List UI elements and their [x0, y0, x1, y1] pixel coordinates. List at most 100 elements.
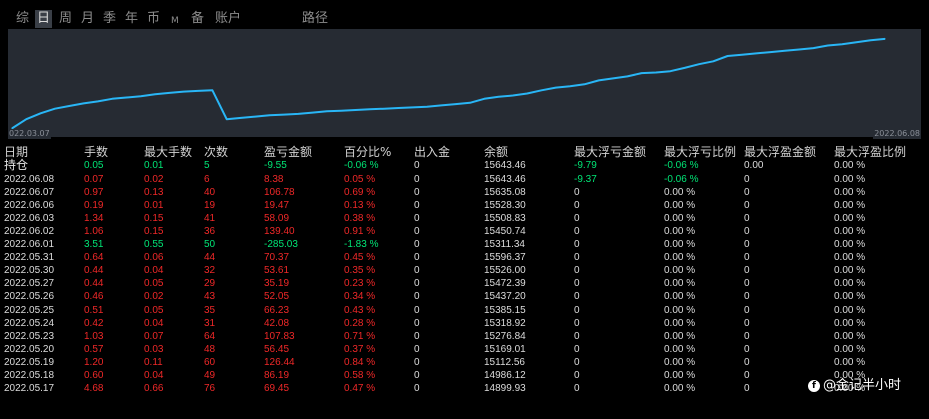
cell-lots: 4.68	[84, 382, 104, 394]
table-row[interactable]: 2022.06.08 0.07 0.02 6 8.38 0.05 % 0 15643.46 -9…	[0, 173, 929, 186]
equity-point-9	[140, 95, 142, 97]
tab-6[interactable]: 币	[147, 10, 160, 28]
cell-max-loss-pct: 0.00 %	[664, 200, 696, 212]
cell-max-loss-pct: 0.00 %	[664, 382, 696, 394]
cell-max-loss: 0	[574, 200, 580, 212]
equity-point-15	[226, 118, 228, 120]
cell-date: 2022.05.18	[4, 369, 55, 381]
cell-pct: 0.34 %	[344, 291, 376, 303]
cell-pnl: 8.38	[264, 174, 284, 185]
table-row[interactable]: 2022.05.24 0.42 0.04 31 42.08 0.28 % 0 15318.92…	[0, 317, 929, 330]
cell-date: 2022.06.06	[4, 200, 55, 212]
table-row[interactable]: 2022.05.19 1.20 0.11 60 126.44 0.84 % 0 15112.5…	[0, 356, 929, 369]
tab-8[interactable]: 备	[191, 10, 204, 28]
tab-2[interactable]: 周	[59, 10, 72, 28]
table-row[interactable]: 2022.05.23 1.03 0.07 64 107.83 0.71 % 0 15276.8…	[0, 330, 929, 343]
col-header-balance: 余额	[484, 145, 509, 159]
table-row[interactable]: 2022.06.02 1.06 0.15 36 139.40 0.91 % 0 15450.7…	[0, 225, 929, 238]
cell-io: 0	[414, 291, 420, 303]
tab-9[interactable]: 账户	[215, 10, 241, 28]
equity-point-56	[812, 47, 815, 49]
cell-io: 0	[414, 304, 420, 316]
cell-max-gain-pct: 0.00 %	[834, 291, 866, 303]
cell-balance: 14986.12	[484, 369, 526, 381]
table-row[interactable]: 2022.05.17 4.68 0.66 76 69.45 0.47 % 0 14899.93…	[0, 382, 929, 395]
tab-5[interactable]: 年	[125, 10, 138, 28]
table-row[interactable]: 2022.05.20 0.57 0.03 48 56.45 0.37 % 0 15169.01…	[0, 343, 929, 356]
cell-lots: 3.51	[84, 239, 104, 251]
equity-point-25	[369, 108, 371, 110]
equity-point-42	[612, 77, 614, 79]
cell-count: 41	[204, 213, 216, 225]
tab-10[interactable]: 路径	[302, 10, 328, 28]
col-header-max-loss-pct: 最大浮亏比例	[664, 145, 737, 159]
table-row[interactable]: 2022.06.03 1.34 0.15 41 58.09 0.38 % 0 15508.83…	[0, 212, 929, 225]
equity-point-6	[97, 100, 99, 102]
cell-date: 2022.05.24	[4, 317, 55, 329]
table-row[interactable]: 2022.06.01 3.51 0.55 50 -285.03 -1.83 % 0 15311…	[0, 238, 929, 251]
table-row[interactable]: 2022.05.31 0.64 0.06 44 70.37 0.45 % 0 15596.37…	[0, 251, 929, 264]
table-row[interactable]: 2022.05.27 0.44 0.05 29 35.19 0.23 % 0 15472.39…	[0, 277, 929, 290]
cell-max-loss-pct: 0.00 %	[664, 239, 696, 251]
cell-pct: 0.71 %	[344, 330, 376, 342]
equity-point-49	[712, 60, 714, 62]
table-row[interactable]: 2022.05.18 0.60 0.04 49 86.19 0.58 % 0 14986.12…	[0, 369, 929, 382]
cell-pct: -1.83 %	[344, 239, 379, 251]
equity-point-51	[741, 54, 743, 56]
cell-lots: 0.51	[84, 304, 104, 316]
cell-max-loss-pct: 0.00 %	[664, 252, 696, 264]
cell-lots: 1.06	[84, 226, 104, 238]
cell-lots: 0.44	[84, 278, 104, 290]
tab-0[interactable]: 综	[16, 10, 29, 28]
equity-point-52	[755, 52, 757, 54]
equity-point-35	[512, 94, 514, 97]
equity-point-38	[555, 87, 557, 89]
cell-max-loss: 0	[574, 187, 580, 199]
cell-max-loss: 0	[574, 369, 580, 381]
tab-1[interactable]: 日	[35, 10, 53, 28]
tab-4[interactable]: 季	[103, 10, 116, 28]
cell-count: 31	[204, 317, 216, 329]
col-header-count: 次数	[204, 145, 229, 159]
cell-count: 40	[204, 187, 216, 199]
cell-balance: 15318.92	[484, 317, 526, 329]
cell-max-gain-pct: 0.00 %	[834, 187, 866, 199]
table-row[interactable]: 2022.05.26 0.46 0.02 43 52.05 0.34 % 0 15437.20…	[0, 290, 929, 303]
cell-pct: 0.84 %	[344, 356, 376, 368]
cell-io: 0	[414, 369, 420, 381]
cell-max-gain-pct: 0.00 %	[834, 330, 866, 342]
equity-point-32	[469, 102, 471, 104]
cell-date: 2022.05.20	[4, 343, 55, 355]
col-header-pct: 百分比%	[344, 145, 392, 159]
cell-max-loss: 0	[574, 291, 580, 303]
tab-3[interactable]: 月	[81, 10, 94, 28]
cell-max-gain-pct: 0.00 %	[834, 252, 866, 264]
equity-point-31	[455, 103, 457, 105]
cell-max-gain: 0	[744, 278, 750, 290]
cell-pct: 0.38 %	[344, 213, 376, 225]
cell-max-gain-pct: 0.00 %	[834, 239, 866, 251]
equity-point-1	[25, 118, 27, 120]
tab-7[interactable]: M	[171, 12, 179, 30]
equity-point-39	[569, 85, 571, 87]
cell-max-loss-pct: 0.00 %	[664, 356, 696, 368]
period-tabs: 综日周月季年币 M 备账户 路径	[0, 9, 929, 29]
cell-max-gain: 0.00	[744, 160, 764, 171]
table-row[interactable]: 2022.05.25 0.51 0.05 35 66.23 0.43 % 0 15385.15…	[0, 304, 929, 317]
cell-max-gain: 0	[744, 174, 750, 185]
cell-count: 29	[204, 278, 216, 290]
holding-row[interactable]: 持仓 0.05 0.01 5 -9.55 -0.06 % 0 15643.46 -9.79 -0.…	[0, 159, 929, 172]
cell-lots: 0.19	[84, 200, 104, 212]
table-row[interactable]: 2022.06.06 0.19 0.01 19 19.47 0.13 % 0 15528.30…	[0, 199, 929, 212]
cell-max-loss: 0	[574, 304, 580, 316]
table-row[interactable]: 2022.05.30 0.44 0.04 32 53.61 0.35 % 0 15526.00…	[0, 264, 929, 277]
stats-table: 日期 手数 最大手数 次数 盈亏金额 百分比% 出入金 余额 最大浮亏金额 最大浮亏比例 最大浮盈金…	[0, 145, 929, 419]
cell-max-loss-pct: 0.00 %	[664, 369, 696, 381]
table-row[interactable]: 2022.06.07 0.97 0.13 40 106.78 0.69 % 0 15635.0…	[0, 186, 929, 199]
equity-point-43	[626, 75, 629, 77]
cell-max-loss-pct: 0.00 %	[664, 187, 696, 199]
equity-point-12	[183, 91, 185, 93]
cell-max-gain-pct: 0.00 %	[834, 304, 866, 316]
cell-count: 76	[204, 382, 216, 394]
watermark: f @金记半小时	[808, 377, 901, 395]
